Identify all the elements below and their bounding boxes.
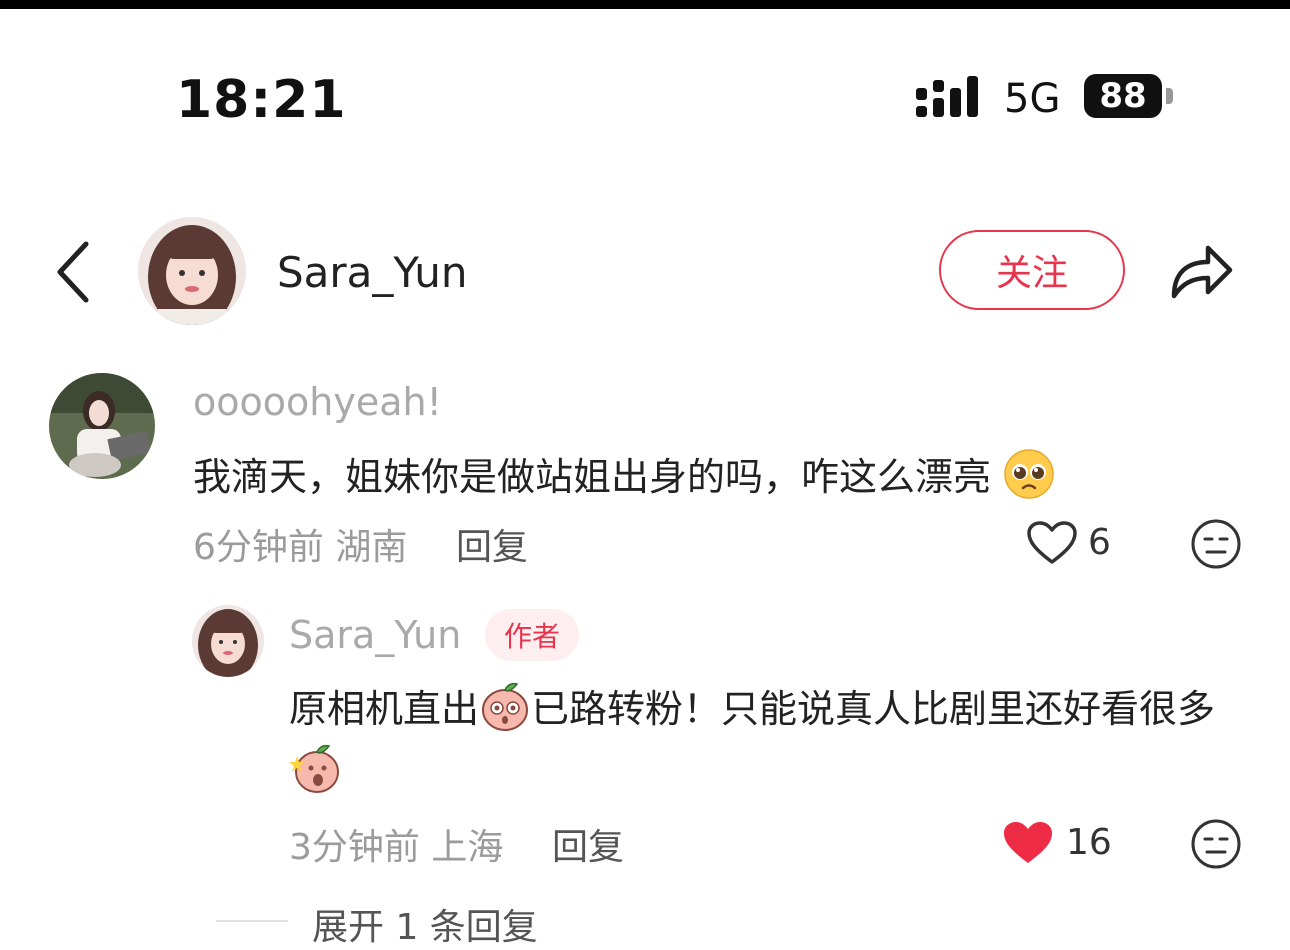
heart-filled-icon[interactable] bbox=[1002, 820, 1054, 866]
pleading-face-emoji bbox=[1004, 449, 1054, 499]
reply-text: 原相机直出 已路转粉！只能说真人比剧里还好看很多 bbox=[289, 678, 1249, 802]
reply-text-part2: 已路转粉！只能说真人比剧里还好看很多 bbox=[531, 687, 1216, 731]
comment-meta: 6分钟前 湖南 bbox=[193, 518, 407, 570]
reply-like-count: 16 bbox=[1066, 822, 1112, 863]
comment-author[interactable]: ooooohyeah! bbox=[193, 380, 442, 424]
comment-like-count: 6 bbox=[1088, 522, 1111, 563]
author-avatar[interactable] bbox=[138, 217, 246, 325]
follow-button[interactable]: 关注 bbox=[939, 230, 1125, 310]
shocked-peach-sticker-icon bbox=[289, 744, 339, 793]
comment-text-body: 我滴天，姐妹你是做站姐出身的吗，咋这么漂亮 bbox=[193, 455, 992, 499]
dislike-face-icon[interactable] bbox=[1190, 518, 1242, 570]
dislike-face-icon[interactable] bbox=[1190, 818, 1242, 870]
comment-time: 6分钟前 bbox=[193, 527, 324, 568]
back-arrow-icon[interactable] bbox=[52, 240, 92, 304]
reply-text-part1: 原相机直出 bbox=[289, 687, 480, 731]
battery-nub bbox=[1166, 88, 1173, 104]
top-edge bbox=[0, 0, 1290, 9]
reply-author[interactable]: Sara_Yun bbox=[289, 613, 461, 657]
expand-replies-button[interactable]: 展开 1 条回复 bbox=[312, 898, 538, 950]
follow-label: 关注 bbox=[995, 253, 1068, 294]
author-badge: 作者 bbox=[485, 609, 579, 661]
share-icon[interactable] bbox=[1168, 238, 1236, 302]
header-username[interactable]: Sara_Yun bbox=[277, 248, 467, 297]
reply-time: 3分钟前 bbox=[289, 827, 420, 868]
comment-location: 湖南 bbox=[335, 527, 408, 568]
status-time: 18:21 bbox=[176, 70, 347, 130]
comment-reply-button[interactable]: 回复 bbox=[456, 518, 528, 570]
battery-level: 88 bbox=[1099, 76, 1147, 116]
network-type: 5G bbox=[1004, 76, 1061, 122]
reply-author-avatar[interactable] bbox=[192, 605, 264, 677]
reply-location: 上海 bbox=[431, 827, 504, 868]
comment-text: 我滴天，姐妹你是做站姐出身的吗，咋这么漂亮 bbox=[193, 446, 1055, 501]
commenter-avatar[interactable] bbox=[49, 373, 155, 479]
heart-outline-icon[interactable] bbox=[1026, 520, 1078, 566]
cellular-signal-icon bbox=[916, 76, 978, 117]
expand-divider bbox=[216, 920, 288, 922]
reply-reply-button[interactable]: 回复 bbox=[552, 818, 624, 870]
surprised-peach-sticker-icon bbox=[482, 682, 529, 731]
battery-indicator: 88 bbox=[1084, 74, 1162, 118]
reply-meta: 3分钟前 上海 bbox=[289, 818, 503, 870]
